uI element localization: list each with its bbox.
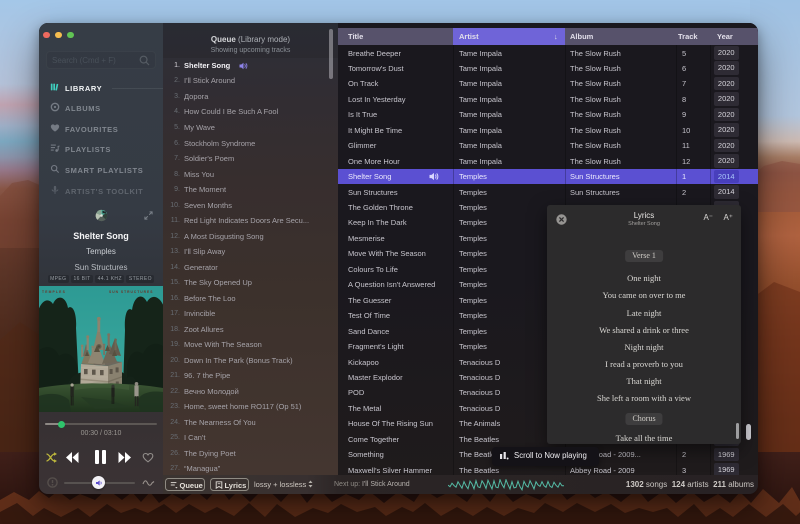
svg-text:TEMPLES: TEMPLES	[42, 290, 66, 294]
svg-text:SUN STRUCTURES: SUN STRUCTURES	[109, 290, 153, 294]
